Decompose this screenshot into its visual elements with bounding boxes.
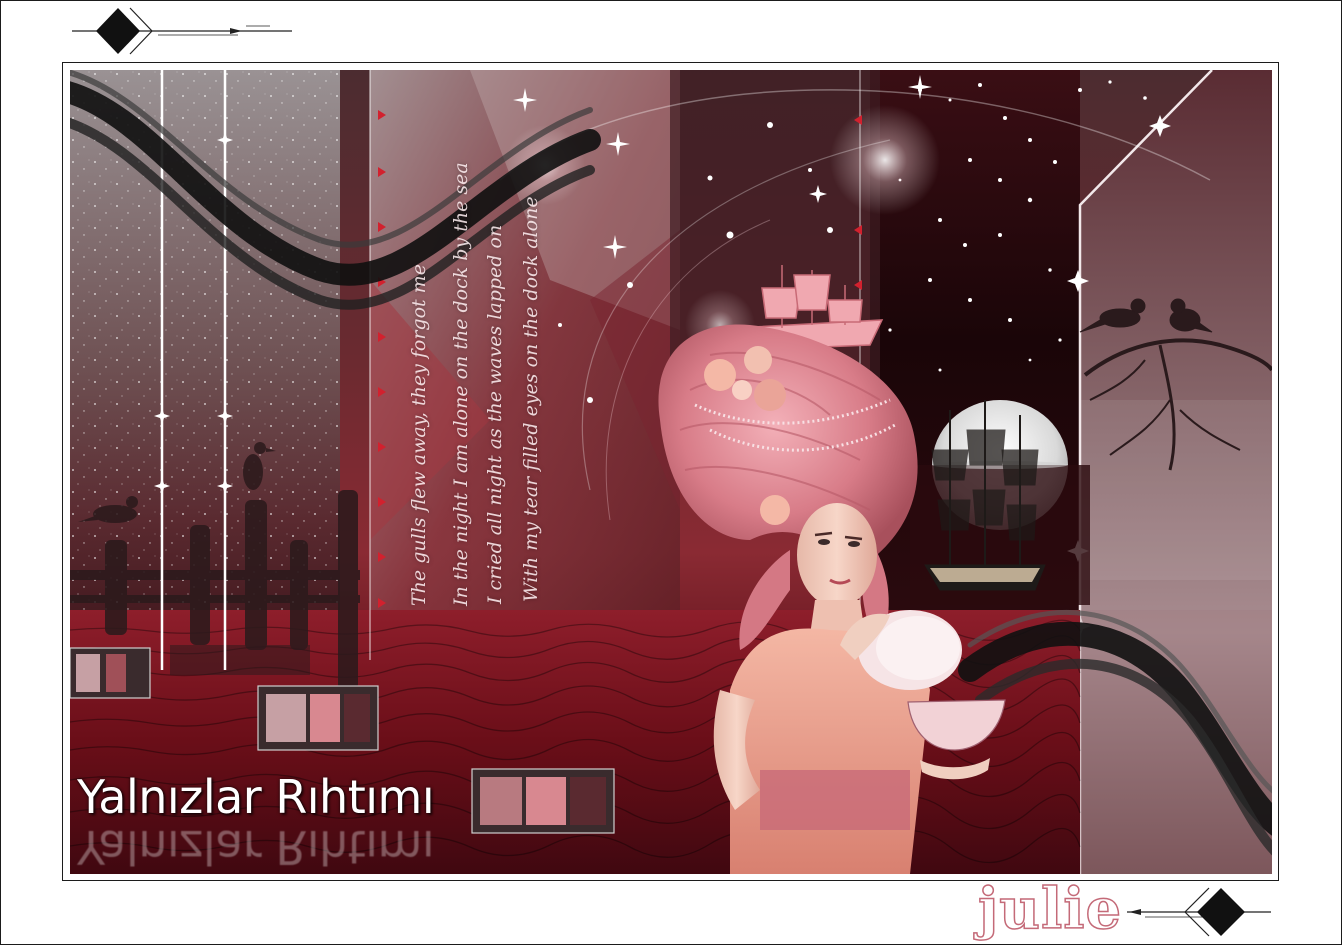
- artwork-title: Yalnızlar Rıhtımı: [77, 770, 435, 824]
- artwork-canvas: The gulls flew away, they forgot me In t…: [70, 70, 1272, 874]
- artwork-scene: [70, 70, 1272, 874]
- diamond-ornament-bottom-right-icon: [1127, 887, 1271, 937]
- diamond-ornament-top-left-icon: [72, 7, 292, 55]
- title-reflection: Yalnızlar Rıhtımı: [77, 820, 435, 874]
- glow-orb: [830, 105, 940, 215]
- artist-signature: julie: [977, 875, 1123, 943]
